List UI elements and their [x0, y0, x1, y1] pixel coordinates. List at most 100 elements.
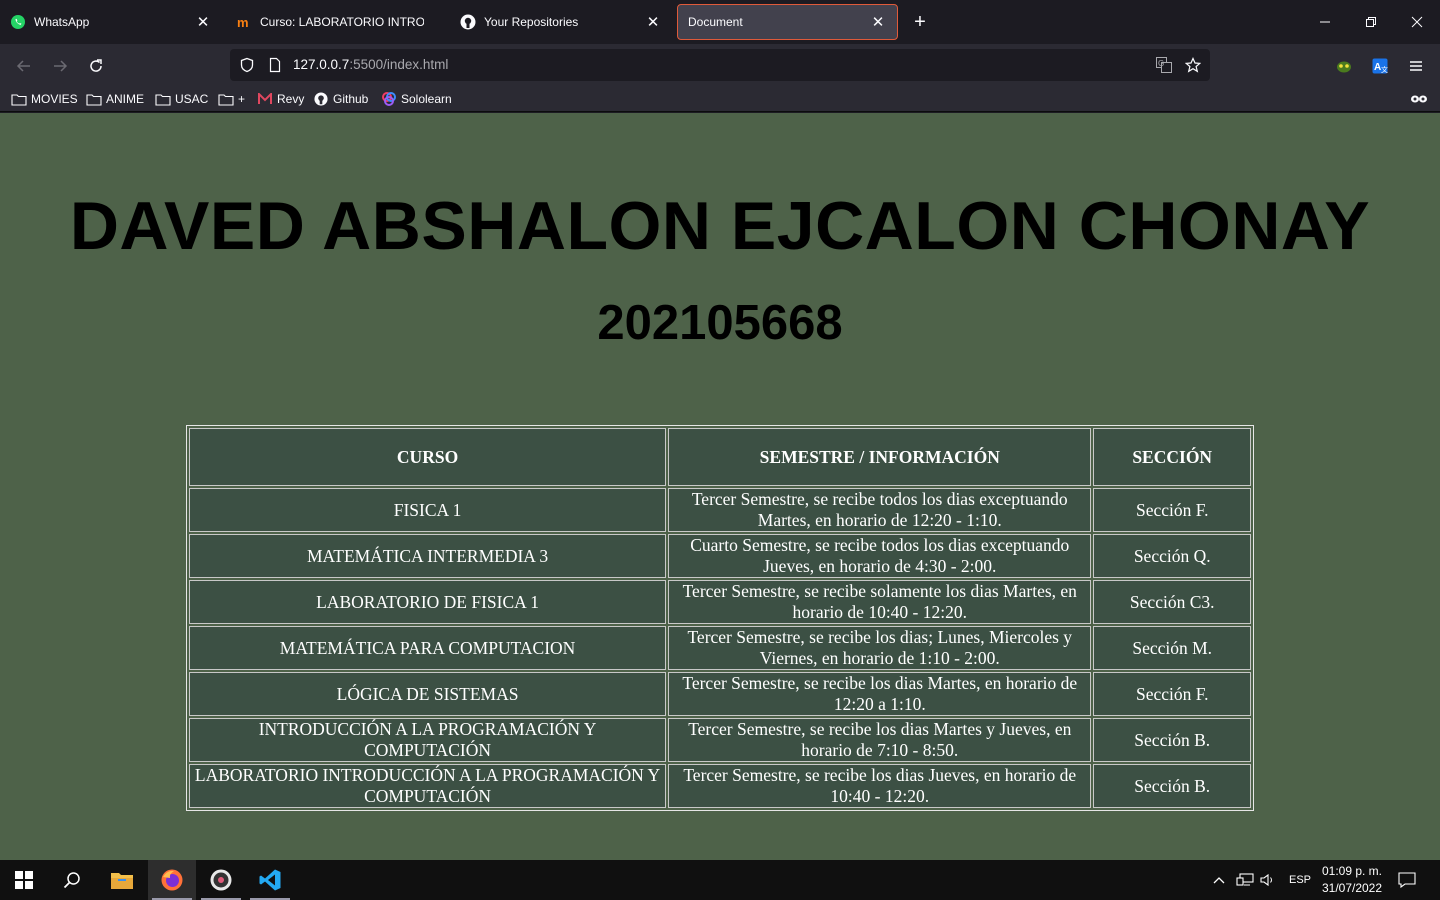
network-icon[interactable]	[1236, 860, 1254, 900]
table-row: LABORATORIO DE FISICA 1 Tercer Semestre,…	[189, 580, 1251, 624]
navigation-bar: 127.0.0.7:5500/index.html G A文	[0, 44, 1440, 86]
folder-icon	[155, 92, 171, 106]
media-player-button[interactable]	[197, 860, 245, 900]
svg-text:m: m	[237, 15, 249, 30]
github-icon	[460, 14, 476, 30]
extension-icon[interactable]	[1330, 52, 1358, 80]
course-name-cell: LABORATORIO DE FISICA 1	[189, 580, 667, 624]
courses-table: CURSO SEMESTRE / INFORMACIÓN SECCIÓN FIS…	[186, 425, 1254, 811]
bookmark-label: ANIME	[106, 92, 145, 106]
bookmarks-bar: MOVIES ANIME USAC + Revy Github Sololear…	[0, 86, 1440, 112]
bookmark-anime[interactable]: ANIME	[86, 90, 144, 108]
clock-time: 01:09 p. m.	[1321, 864, 1383, 878]
translate-extension-icon[interactable]: A文	[1366, 52, 1394, 80]
tab-bar: WhatsApp ✕ m Curso: LABORATORIO INTRODU …	[0, 0, 1440, 44]
language-indicator[interactable]: ESP	[1289, 860, 1311, 900]
table-row: MATEMÁTICA INTERMEDIA 3 Cuarto Semestre,…	[189, 534, 1251, 578]
tab-title: Curso: LABORATORIO INTRODU	[260, 15, 424, 29]
start-button[interactable]	[0, 860, 48, 900]
page-icon[interactable]	[265, 55, 285, 75]
firefox-button[interactable]	[148, 860, 196, 900]
bookmark-label: MOVIES	[31, 92, 78, 106]
clock-date: 31/07/2022	[1321, 881, 1383, 895]
student-name-heading: DAVED ABSHALON EJCALON CHONAY	[69, 188, 1371, 264]
search-button[interactable]	[48, 860, 96, 900]
table-row: LÓGICA DE SISTEMAS Tercer Semestre, se r…	[189, 672, 1251, 716]
shield-icon[interactable]	[237, 55, 257, 75]
tab-repositories[interactable]: Your Repositories ✕	[450, 4, 672, 40]
course-name-cell: MATEMÁTICA INTERMEDIA 3	[189, 534, 667, 578]
restore-button[interactable]	[1356, 8, 1386, 36]
bookmark-label: +	[238, 92, 246, 106]
forward-button[interactable]	[46, 52, 74, 80]
bookmark-revy[interactable]: Revy	[257, 90, 304, 108]
tab-title: Your Repositories	[484, 15, 579, 29]
reload-button[interactable]	[82, 52, 110, 80]
file-explorer-icon	[111, 873, 133, 889]
firefox-icon	[161, 869, 183, 891]
bookmark-sololearn[interactable]: Sololearn	[381, 90, 452, 108]
url-host: 127.0.0.7	[293, 57, 350, 72]
bookmark-plus[interactable]: +	[218, 90, 245, 108]
course-section-cell: Sección Q.	[1093, 534, 1251, 578]
sololearn-icon	[381, 92, 397, 106]
bookmark-label: Revy	[277, 92, 305, 106]
svg-text:G: G	[1158, 59, 1164, 68]
close-tab-icon[interactable]: ✕	[194, 13, 212, 31]
media-player-icon	[210, 869, 232, 891]
course-info-cell: Tercer Semestre, se recibe los dias; Lun…	[668, 626, 1092, 670]
bookmark-label: USAC	[175, 92, 209, 106]
course-name-cell: LABORATORIO INTRODUCCIÓN A LA PROGRAMACI…	[189, 764, 667, 808]
start-icon	[15, 871, 33, 889]
tab-curso[interactable]: m Curso: LABORATORIO INTRODU	[226, 4, 446, 40]
folder-icon	[11, 92, 27, 106]
tab-whatsapp[interactable]: WhatsApp ✕	[0, 4, 222, 40]
back-button[interactable]	[10, 52, 38, 80]
volume-icon[interactable]	[1260, 860, 1276, 900]
folder-icon	[86, 92, 102, 106]
course-section-cell: Sección C3.	[1093, 580, 1251, 624]
menu-icon[interactable]	[1402, 52, 1430, 80]
header-curso: CURSO	[189, 428, 667, 486]
course-name-cell: LÓGICA DE SISTEMAS	[189, 672, 667, 716]
url-text[interactable]: 127.0.0.7:5500/index.html	[293, 57, 448, 72]
url-path: :5500/index.html	[349, 57, 449, 72]
url-bar[interactable]: 127.0.0.7:5500/index.html G	[230, 49, 1210, 81]
notification-center-button[interactable]	[1398, 860, 1416, 900]
header-seccion: SECCIÓN	[1093, 428, 1251, 486]
close-tab-icon[interactable]: ✕	[869, 13, 887, 31]
close-window-button[interactable]	[1402, 8, 1432, 36]
system-clock[interactable]: 01:09 p. m. 31/07/2022	[1312, 863, 1392, 897]
tab-document[interactable]: Document ✕	[677, 4, 898, 40]
private-browsing-icon	[1410, 90, 1428, 108]
vscode-button[interactable]	[246, 860, 294, 900]
course-name-cell: INTRODUCCIÓN A LA PROGRAMACIÓN Y COMPUTA…	[189, 718, 667, 762]
bookmark-usac[interactable]: USAC	[155, 90, 208, 108]
header-semestre: SEMESTRE / INFORMACIÓN	[668, 428, 1092, 486]
bookmark-star-icon[interactable]	[1183, 55, 1203, 75]
table-row: FISICA 1 Tercer Semestre, se recibe todo…	[189, 488, 1251, 532]
new-tab-button[interactable]: +	[908, 10, 932, 34]
tab-title: Document	[688, 15, 743, 29]
course-info-cell: Tercer Semestre, se recibe los dias Mart…	[668, 718, 1092, 762]
course-info-cell: Tercer Semestre, se recibe los dias Mart…	[668, 672, 1092, 716]
revy-icon	[257, 92, 273, 106]
chevron-up-icon	[1213, 877, 1225, 884]
taskbar: ESP 01:09 p. m. 31/07/2022	[0, 860, 1440, 900]
file-explorer-button[interactable]	[98, 860, 146, 900]
minimize-button[interactable]	[1310, 8, 1340, 36]
table-row: INTRODUCCIÓN A LA PROGRAMACIÓN Y COMPUTA…	[189, 718, 1251, 762]
course-info-cell: Tercer Semestre, se recibe los dias Juev…	[668, 764, 1092, 808]
course-name-cell: MATEMÁTICA PARA COMPUTACION	[189, 626, 667, 670]
notification-icon	[1398, 872, 1416, 888]
close-tab-icon[interactable]: ✕	[644, 13, 662, 31]
bookmark-label: Github	[333, 92, 369, 106]
moodle-icon: m	[236, 14, 252, 30]
course-info-cell: Tercer Semestre, se recibe todos los dia…	[668, 488, 1092, 532]
bookmark-github[interactable]: Github	[313, 90, 368, 108]
bookmark-movies[interactable]: MOVIES	[11, 90, 78, 108]
course-section-cell: Sección F.	[1093, 672, 1251, 716]
show-hidden-icons-button[interactable]	[1212, 860, 1226, 900]
course-section-cell: Sección F.	[1093, 488, 1251, 532]
translate-icon[interactable]: G	[1154, 55, 1174, 75]
